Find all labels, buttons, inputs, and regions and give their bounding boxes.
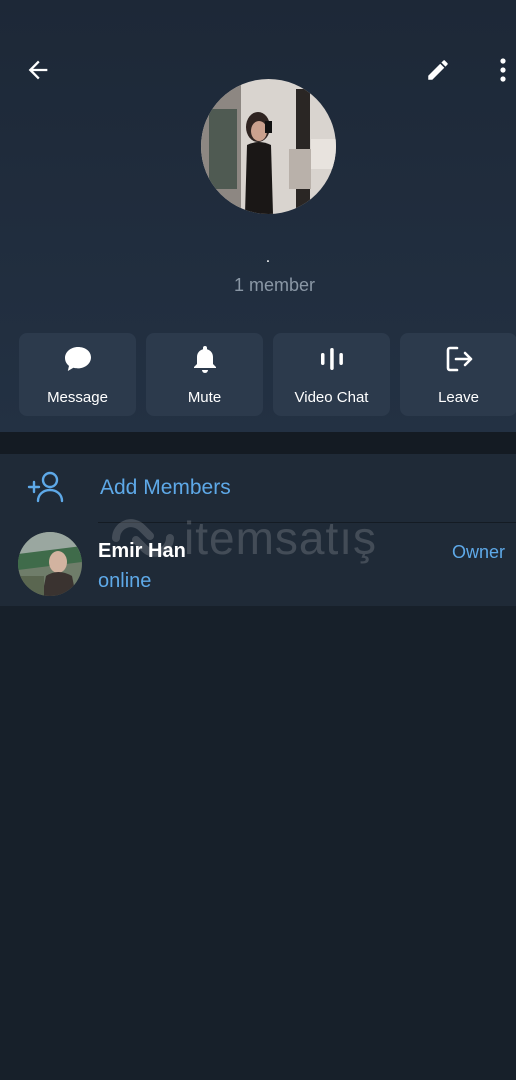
edit-button[interactable] [418,50,458,90]
member-role-badge: Owner [451,542,505,562]
pencil-icon [428,60,448,80]
member-count: 1 member [233,275,316,295]
group-avatar[interactable] [201,79,336,214]
member-avatar [18,532,82,596]
add-members-button[interactable]: Add Members [0,454,516,522]
more-vertical-icon [500,58,506,82]
bell-icon [193,346,216,373]
more-options-button[interactable] [490,50,516,90]
video-chat-label: Video Chat [294,389,369,406]
member-status: online [98,570,152,592]
arrow-left-icon [28,60,48,80]
message-button[interactable]: Message [19,333,136,416]
back-button[interactable] [18,50,58,90]
mute-button[interactable]: Mute [146,333,263,416]
leave-icon [446,346,472,372]
section-separator [0,432,516,454]
message-label: Message [47,389,108,406]
chat-bubble-icon [64,347,91,371]
add-user-icon [27,471,64,503]
mute-label: Mute [187,389,222,406]
leave-label: Leave [438,389,479,406]
leave-button[interactable]: Leave [400,333,516,416]
group-name: . [265,249,271,266]
member-list-item[interactable]: Emir Han online Owner [0,523,516,605]
voice-bars-icon [320,348,343,370]
add-members-label: Add Members [100,476,231,499]
video-chat-button[interactable]: Video Chat [273,333,390,416]
member-name: Emir Han [98,540,186,562]
